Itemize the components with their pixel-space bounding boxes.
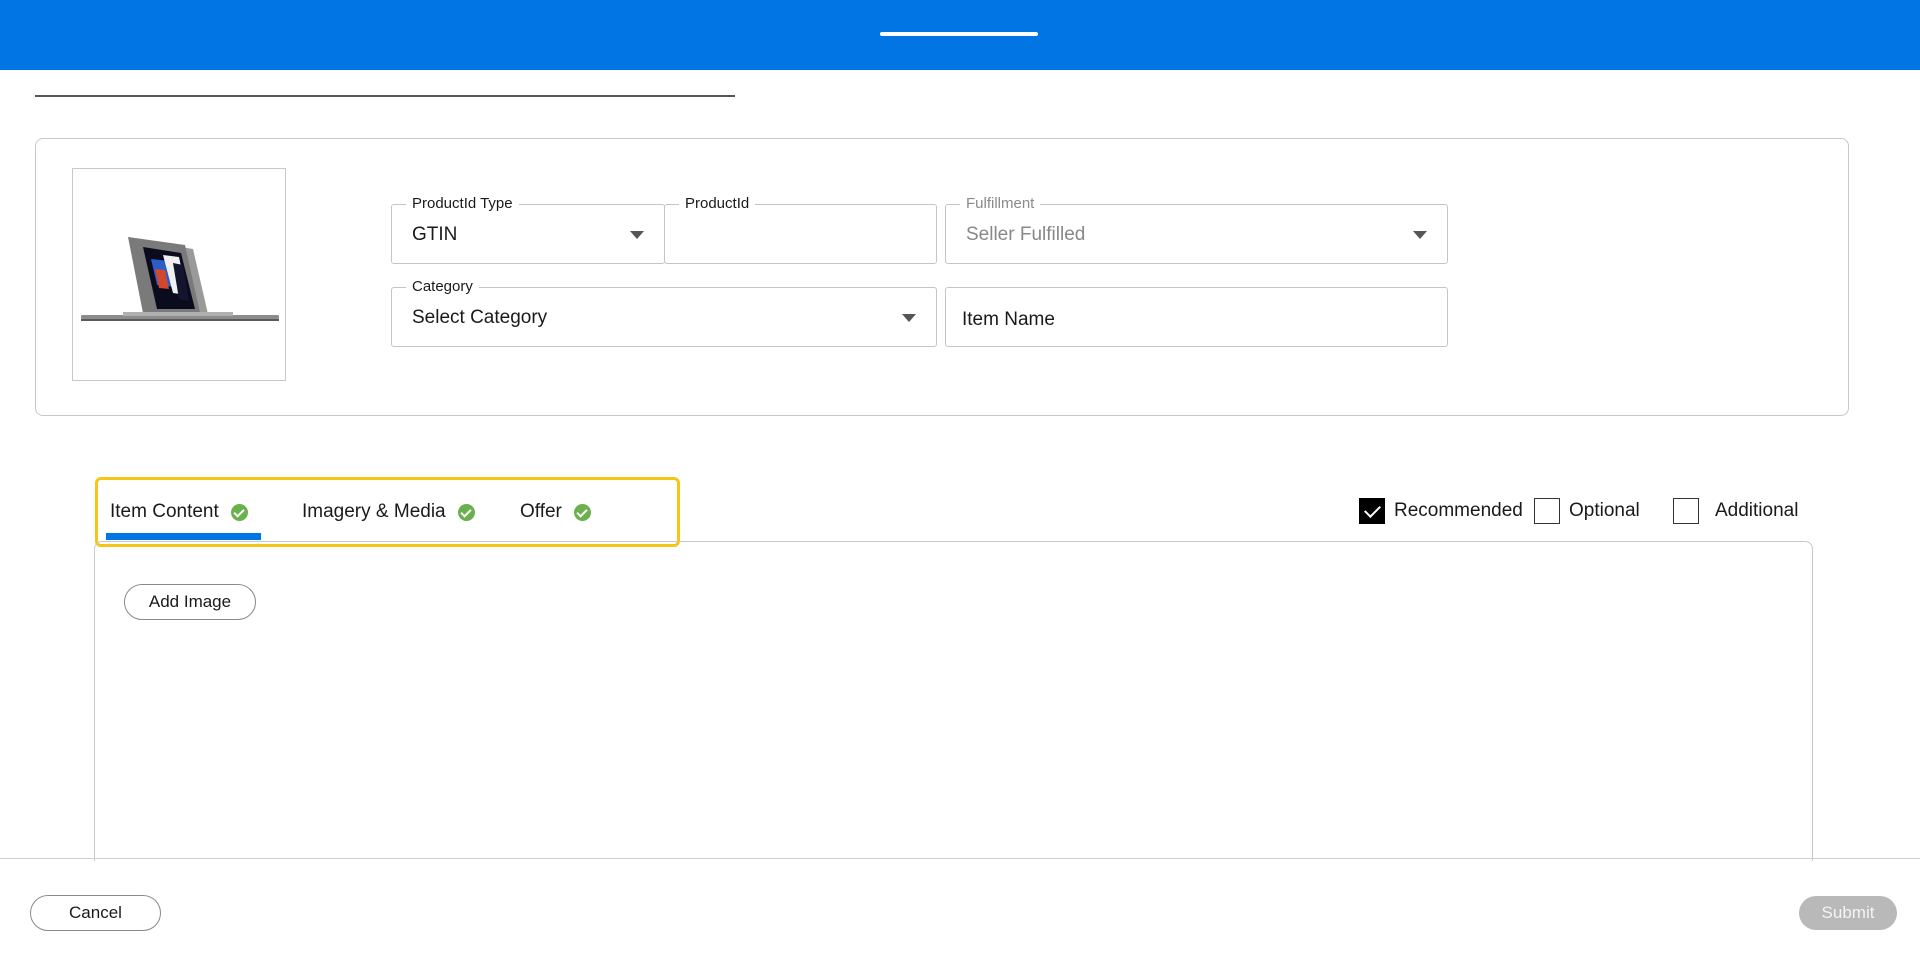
additional-checkbox[interactable] (1673, 498, 1699, 524)
fulfillment-value: Seller Fulfilled (966, 224, 1086, 245)
category-value: Select Category (412, 307, 548, 328)
cancel-button[interactable]: Cancel (30, 895, 161, 931)
category-label: Category (406, 278, 479, 296)
category-select[interactable]: Category Select Category (391, 278, 937, 347)
product-image (72, 168, 286, 381)
recommended-label: Recommended (1394, 500, 1523, 521)
filter-optional[interactable]: Optional (1534, 497, 1640, 525)
tab-item-content[interactable]: Item Content (110, 497, 248, 527)
tab-label: Item Content (110, 501, 219, 522)
chevron-down-icon (1413, 231, 1427, 239)
additional-label: Additional (1715, 500, 1799, 521)
fulfillment-label: Fulfillment (960, 195, 1041, 213)
product-card (35, 138, 1849, 416)
filter-additional[interactable]: Additional (1673, 497, 1798, 525)
productid-input[interactable]: ProductId (664, 195, 937, 264)
add-image-button[interactable]: Add Image (124, 584, 256, 620)
productid-type-value: GTIN (412, 224, 458, 245)
tab-offer[interactable]: Offer (520, 497, 591, 527)
chevron-down-icon (902, 314, 916, 322)
drag-handle[interactable] (880, 32, 1038, 36)
recommended-checkbox[interactable] (1359, 498, 1385, 524)
productid-type-select[interactable]: ProductId Type GTIN (391, 195, 665, 264)
check-circle-icon (573, 503, 591, 521)
optional-label: Optional (1569, 500, 1640, 521)
check-circle-icon (230, 503, 248, 521)
optional-checkbox[interactable] (1534, 498, 1560, 524)
tab-content-panel (94, 541, 1813, 861)
item-name-placeholder: Item Name (962, 309, 1055, 330)
tab-imagery-media[interactable]: Imagery & Media (302, 497, 475, 527)
chevron-down-icon (630, 231, 644, 239)
check-circle-icon (457, 503, 475, 521)
submit-button[interactable]: Submit (1799, 896, 1897, 930)
title-underline (35, 95, 735, 97)
tab-label: Offer (520, 501, 562, 522)
productid-label: ProductId (679, 195, 756, 213)
tab-label: Imagery & Media (302, 501, 446, 522)
footer-divider (0, 858, 1920, 859)
laptop-icon (81, 237, 279, 321)
top-bar (0, 0, 1920, 70)
fulfillment-select: Fulfillment Seller Fulfilled (945, 195, 1448, 264)
item-name-input[interactable]: Item Name (945, 287, 1448, 347)
active-tab-indicator (106, 533, 261, 540)
productid-type-label: ProductId Type (406, 195, 519, 213)
filter-recommended[interactable]: Recommended (1359, 497, 1523, 525)
